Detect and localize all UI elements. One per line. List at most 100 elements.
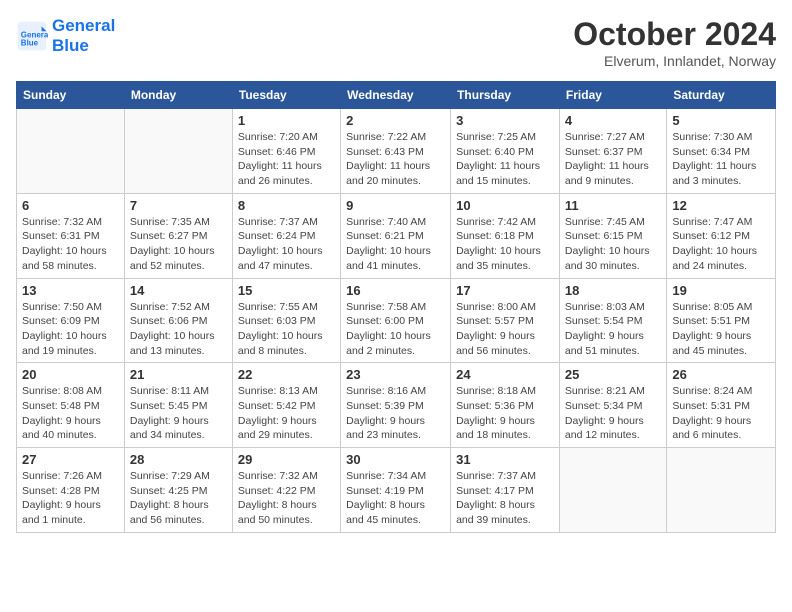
day-detail: Sunrise: 8:18 AMSunset: 5:36 PMDaylight:… (456, 384, 554, 443)
page-header: General Blue General Blue October 2024 E… (16, 16, 776, 69)
day-number: 1 (238, 113, 335, 128)
day-detail: Sunrise: 7:26 AMSunset: 4:28 PMDaylight:… (22, 469, 119, 528)
day-cell: 15 Sunrise: 7:55 AMSunset: 6:03 PMDayligh… (232, 278, 340, 363)
week-row-3: 13 Sunrise: 7:50 AMSunset: 6:09 PMDayligh… (17, 278, 776, 363)
day-cell (17, 109, 125, 194)
week-row-1: 1Sunrise: 7:20 AMSunset: 6:46 PMDaylight… (17, 109, 776, 194)
day-cell: 17 Sunrise: 8:00 AMSunset: 5:57 PMDayligh… (451, 278, 560, 363)
day-number: 5 (672, 113, 770, 128)
logo-icon: General Blue (16, 20, 48, 52)
day-detail: Sunrise: 8:05 AMSunset: 5:51 PMDaylight:… (672, 300, 770, 359)
col-saturday: Saturday (667, 82, 776, 109)
day-cell: 16Sunrise: 7:58 AMSunset: 6:00 PMDayligh… (341, 278, 451, 363)
day-cell: 13 Sunrise: 7:50 AMSunset: 6:09 PMDayligh… (17, 278, 125, 363)
day-cell: 10Sunrise: 7:42 AMSunset: 6:18 PMDayligh… (451, 193, 560, 278)
week-row-4: 20Sunrise: 8:08 AMSunset: 5:48 PMDayligh… (17, 363, 776, 448)
day-number: 21 (130, 367, 227, 382)
logo-general: General (52, 16, 115, 35)
day-cell: 14 Sunrise: 7:52 AMSunset: 6:06 PMDayligh… (124, 278, 232, 363)
day-cell: 31 Sunrise: 7:37 AMSunset: 4:17 PMDayligh… (451, 448, 560, 533)
day-cell: 5 Sunrise: 7:30 AMSunset: 6:34 PMDaylight… (667, 109, 776, 194)
day-number: 22 (238, 367, 335, 382)
day-number: 2 (346, 113, 445, 128)
day-detail: Sunrise: 7:47 AMSunset: 6:12 PMDaylight:… (672, 215, 770, 274)
logo-blue: Blue (52, 36, 115, 56)
day-cell: 19 Sunrise: 8:05 AMSunset: 5:51 PMDayligh… (667, 278, 776, 363)
day-detail: Sunrise: 7:40 AMSunset: 6:21 PMDaylight:… (346, 215, 445, 274)
week-row-2: 6 Sunrise: 7:32 AMSunset: 6:31 PMDaylight… (17, 193, 776, 278)
day-cell: 4 Sunrise: 7:27 AMSunset: 6:37 PMDaylight… (559, 109, 666, 194)
day-detail: Sunrise: 7:35 AMSunset: 6:27 PMDaylight:… (130, 215, 227, 274)
day-detail: Sunrise: 7:50 AMSunset: 6:09 PMDaylight:… (22, 300, 119, 359)
day-detail: Sunrise: 7:32 AMSunset: 6:31 PMDaylight:… (22, 215, 119, 274)
col-monday: Monday (124, 82, 232, 109)
day-detail: Sunrise: 7:27 AMSunset: 6:37 PMDaylight:… (565, 130, 661, 189)
day-number: 12 (672, 198, 770, 213)
day-cell: 11 Sunrise: 7:45 AMSunset: 6:15 PMDayligh… (559, 193, 666, 278)
day-number: 8 (238, 198, 335, 213)
week-row-5: 27Sunrise: 7:26 AMSunset: 4:28 PMDayligh… (17, 448, 776, 533)
day-detail: Sunrise: 7:37 AMSunset: 6:24 PMDaylight:… (238, 215, 335, 274)
day-cell (124, 109, 232, 194)
day-detail: Sunrise: 8:11 AMSunset: 5:45 PMDaylight:… (130, 384, 227, 443)
day-number: 11 (565, 198, 661, 213)
day-number: 18 (565, 283, 661, 298)
month-title: October 2024 (573, 16, 776, 53)
day-detail: Sunrise: 7:34 AMSunset: 4:19 PMDaylight:… (346, 469, 445, 528)
day-cell: 7 Sunrise: 7:35 AMSunset: 6:27 PMDaylight… (124, 193, 232, 278)
col-thursday: Thursday (451, 82, 560, 109)
day-number: 31 (456, 452, 554, 467)
day-number: 6 (22, 198, 119, 213)
day-number: 10 (456, 198, 554, 213)
day-detail: Sunrise: 7:55 AMSunset: 6:03 PMDaylight:… (238, 300, 335, 359)
svg-text:Blue: Blue (21, 38, 39, 47)
day-number: 14 (130, 283, 227, 298)
day-number: 30 (346, 452, 445, 467)
col-tuesday: Tuesday (232, 82, 340, 109)
day-detail: Sunrise: 7:25 AMSunset: 6:40 PMDaylight:… (456, 130, 554, 189)
title-block: October 2024 Elverum, Innlandet, Norway (573, 16, 776, 69)
day-cell: 8 Sunrise: 7:37 AMSunset: 6:24 PMDaylight… (232, 193, 340, 278)
day-number: 26 (672, 367, 770, 382)
day-number: 4 (565, 113, 661, 128)
day-detail: Sunrise: 7:52 AMSunset: 6:06 PMDaylight:… (130, 300, 227, 359)
location-subtitle: Elverum, Innlandet, Norway (573, 53, 776, 69)
day-detail: Sunrise: 7:22 AMSunset: 6:43 PMDaylight:… (346, 130, 445, 189)
day-detail: Sunrise: 8:03 AMSunset: 5:54 PMDaylight:… (565, 300, 661, 359)
day-detail: Sunrise: 7:45 AMSunset: 6:15 PMDaylight:… (565, 215, 661, 274)
day-number: 28 (130, 452, 227, 467)
day-number: 24 (456, 367, 554, 382)
day-cell: 23Sunrise: 8:16 AMSunset: 5:39 PMDayligh… (341, 363, 451, 448)
day-cell: 25 Sunrise: 8:21 AMSunset: 5:34 PMDayligh… (559, 363, 666, 448)
day-cell (667, 448, 776, 533)
day-cell: 29Sunrise: 7:32 AMSunset: 4:22 PMDayligh… (232, 448, 340, 533)
day-number: 15 (238, 283, 335, 298)
day-detail: Sunrise: 8:24 AMSunset: 5:31 PMDaylight:… (672, 384, 770, 443)
day-cell: 6 Sunrise: 7:32 AMSunset: 6:31 PMDaylight… (17, 193, 125, 278)
day-detail: Sunrise: 7:32 AMSunset: 4:22 PMDaylight:… (238, 469, 335, 528)
day-cell: 9 Sunrise: 7:40 AMSunset: 6:21 PMDaylight… (341, 193, 451, 278)
day-number: 25 (565, 367, 661, 382)
day-number: 13 (22, 283, 119, 298)
day-cell: 3 Sunrise: 7:25 AMSunset: 6:40 PMDaylight… (451, 109, 560, 194)
day-detail: Sunrise: 7:29 AMSunset: 4:25 PMDaylight:… (130, 469, 227, 528)
day-detail: Sunrise: 7:30 AMSunset: 6:34 PMDaylight:… (672, 130, 770, 189)
day-cell: 28 Sunrise: 7:29 AMSunset: 4:25 PMDayligh… (124, 448, 232, 533)
day-detail: Sunrise: 7:37 AMSunset: 4:17 PMDaylight:… (456, 469, 554, 528)
day-detail: Sunrise: 8:08 AMSunset: 5:48 PMDaylight:… (22, 384, 119, 443)
header-row: SundayMondayTuesdayWednesdayThursdayFrid… (17, 82, 776, 109)
day-detail: Sunrise: 8:13 AMSunset: 5:42 PMDaylight:… (238, 384, 335, 443)
day-detail: Sunrise: 8:00 AMSunset: 5:57 PMDaylight:… (456, 300, 554, 359)
day-number: 3 (456, 113, 554, 128)
day-detail: Sunrise: 8:21 AMSunset: 5:34 PMDaylight:… (565, 384, 661, 443)
day-cell: 26 Sunrise: 8:24 AMSunset: 5:31 PMDayligh… (667, 363, 776, 448)
day-number: 9 (346, 198, 445, 213)
day-cell: 18 Sunrise: 8:03 AMSunset: 5:54 PMDayligh… (559, 278, 666, 363)
logo: General Blue General Blue (16, 16, 115, 55)
day-number: 17 (456, 283, 554, 298)
day-detail: Sunrise: 7:58 AMSunset: 6:00 PMDaylight:… (346, 300, 445, 359)
day-number: 7 (130, 198, 227, 213)
col-sunday: Sunday (17, 82, 125, 109)
day-cell: 21 Sunrise: 8:11 AMSunset: 5:45 PMDayligh… (124, 363, 232, 448)
day-number: 19 (672, 283, 770, 298)
